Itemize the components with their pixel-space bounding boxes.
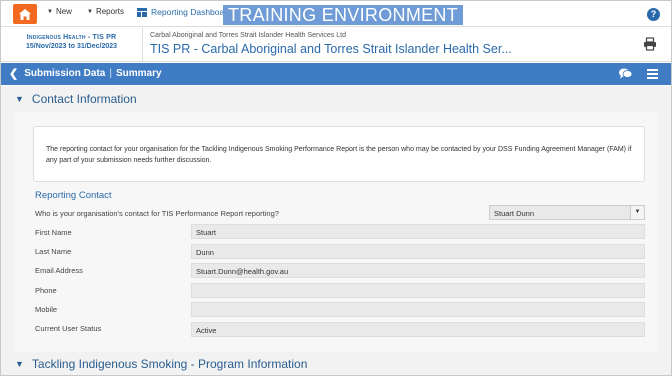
submission-nav-bar: ❮ Submission Data | Summary: [1, 63, 671, 85]
home-icon: [19, 8, 31, 20]
current-user-status-label: Current User Status: [35, 324, 102, 333]
contact-info-box: The reporting contact for your organisat…: [33, 126, 645, 182]
chevron-down-icon: ▼: [15, 94, 24, 104]
current-user-status-field: Active: [191, 322, 645, 337]
last-name-label: Last Name: [35, 247, 72, 256]
caret-down-icon[interactable]: ▼: [630, 206, 644, 219]
chevron-down-icon: ▼: [15, 359, 24, 369]
mobile-field: [191, 302, 645, 317]
contact-select-value: Stuart Dunn: [494, 209, 535, 218]
contact-section-content: The reporting contact for your organisat…: [1, 112, 671, 352]
period-line: 15/Nov/2023 to 31/Dec/2023: [25, 43, 118, 50]
new-menu-label: New: [55, 7, 72, 16]
first-name-field: Stuart: [191, 224, 645, 239]
chat-icon[interactable]: [619, 68, 632, 79]
summary-label: Summary: [115, 68, 162, 79]
dashboard-icon: [137, 7, 147, 17]
program-information-title: Tackling Indigenous Smoking - Program In…: [31, 357, 308, 371]
new-menu[interactable]: ▼ New: [47, 7, 72, 16]
help-icon[interactable]: ?: [647, 8, 660, 21]
hamburger-menu-icon[interactable]: [647, 69, 658, 81]
submission-data-link[interactable]: Submission Data: [24, 68, 105, 79]
last-name-field: Dunn: [191, 244, 645, 259]
home-button[interactable]: [13, 4, 37, 24]
dashboard-label: Reporting Dashboard: [151, 7, 232, 17]
contact-info-text: The reporting contact for your organisat…: [46, 146, 632, 164]
top-menu-bar: ▼ New ▼ Reports Reporting Dashboard TRAI…: [1, 1, 671, 27]
breadcrumb: ❮ Submission Data | Summary: [9, 67, 162, 80]
reports-menu[interactable]: ▼ Reports: [87, 7, 124, 16]
report-title-band: Indigenous Health - TIS PR 15/Nov/2023 t…: [1, 28, 671, 62]
report-title: TIS PR - Carbal Aboriginal and Torres St…: [150, 42, 512, 56]
caret-down-icon: ▼: [47, 8, 53, 15]
reporting-contact-subheader: Reporting Contact: [35, 190, 112, 201]
breadcrumb-separator: |: [109, 68, 112, 79]
chevron-left-icon[interactable]: ❮: [9, 67, 18, 80]
reporting-dashboard-link[interactable]: Reporting Dashboard: [137, 7, 232, 17]
contact-question: Who is your organisation's contact for T…: [35, 209, 279, 218]
first-name-label: First Name: [35, 228, 72, 237]
phone-label: Phone: [35, 286, 57, 295]
phone-field: [191, 283, 645, 298]
contact-panel: The reporting contact for your organisat…: [15, 112, 657, 352]
program-information-header[interactable]: ▼ Tackling Indigenous Smoking - Program …: [1, 352, 671, 375]
program-line: Indigenous Health - TIS PR: [26, 34, 117, 41]
training-environment-banner: TRAINING ENVIRONMENT: [223, 5, 464, 25]
caret-down-icon: ▼: [87, 8, 93, 15]
organisation-name: Carbal Aboriginal and Torres Strait Isla…: [150, 32, 346, 39]
report-id-block: Indigenous Health - TIS PR 15/Nov/2023 t…: [1, 28, 143, 61]
contact-select[interactable]: Stuart Dunn ▼: [489, 205, 645, 220]
email-address-field: Stuart.Dunn@health.gov.au: [191, 263, 645, 278]
email-address-label: Email Address: [35, 266, 83, 275]
app-window: ▼ New ▼ Reports Reporting Dashboard TRAI…: [0, 0, 672, 376]
print-icon[interactable]: [643, 37, 657, 51]
reports-menu-label: Reports: [95, 7, 124, 16]
contact-information-title: Contact Information: [31, 92, 137, 106]
contact-information-header[interactable]: ▼ Contact Information: [1, 86, 671, 112]
mobile-label: Mobile: [35, 305, 58, 314]
